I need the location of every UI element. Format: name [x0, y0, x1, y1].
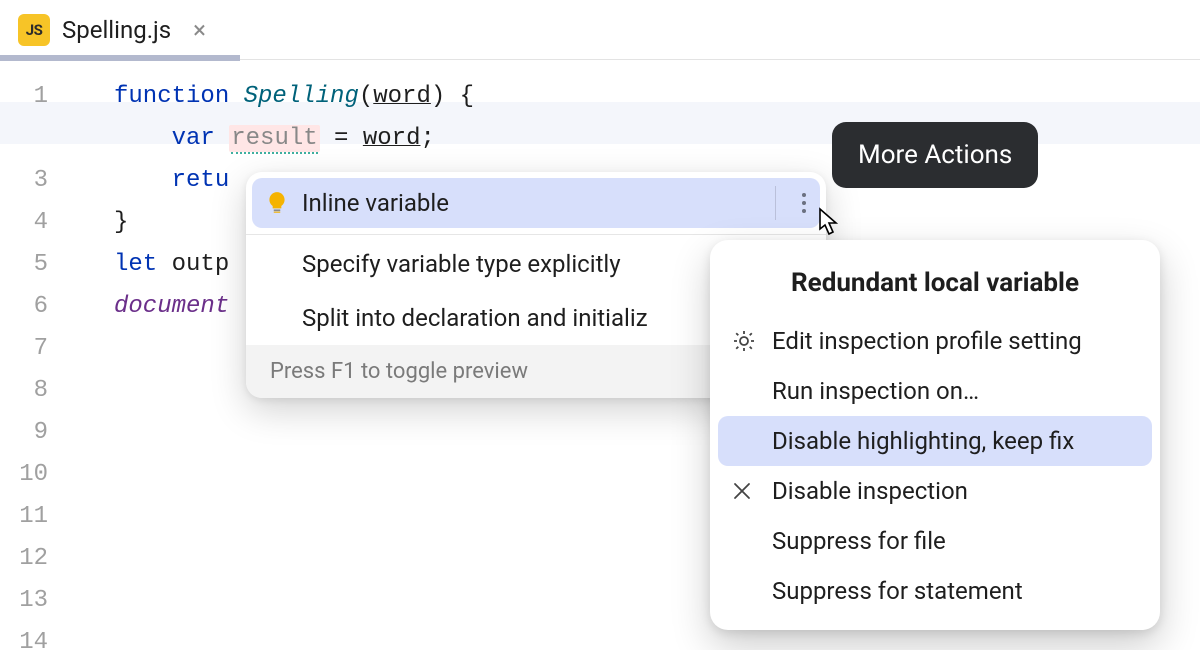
line-number: 14	[0, 622, 70, 650]
code-line[interactable]: function Spelling(word) {	[70, 76, 1200, 118]
inspection-submenu: Redundant local variable Edit inspection…	[710, 240, 1160, 630]
separator	[246, 234, 826, 235]
submenu-label: Edit inspection profile setting	[772, 327, 1082, 355]
line-number: 7	[0, 328, 70, 370]
submenu-item-suppress-statement[interactable]: Suppress for statement	[710, 566, 1160, 616]
x-icon	[732, 481, 752, 501]
submenu-label: Disable highlighting, keep fix	[772, 427, 1074, 455]
submenu-label: Suppress for file	[772, 527, 946, 555]
intention-label: Split into declaration and initializ	[302, 304, 648, 332]
intention-label: Inline variable	[302, 189, 449, 217]
intention-item-inline-variable[interactable]: Inline variable	[252, 178, 820, 228]
file-tab[interactable]: JS Spelling.js ×	[0, 0, 224, 60]
line-gutter: 1 2 3 4 5 6 7 8 9 10 11 12 13 14	[0, 60, 70, 650]
line-number: 6	[0, 286, 70, 328]
submenu-item-disable-inspection[interactable]: Disable inspection	[710, 466, 1160, 516]
submenu-item-disable-highlighting[interactable]: Disable highlighting, keep fix	[718, 416, 1152, 466]
line-number: 9	[0, 412, 70, 454]
tab-bar: JS Spelling.js ×	[0, 0, 1200, 60]
lightbulb-icon	[264, 190, 290, 216]
gear-icon	[732, 329, 756, 353]
line-number: 3	[0, 160, 70, 202]
submenu-item-suppress-file[interactable]: Suppress for file	[710, 516, 1160, 566]
submenu-label: Suppress for statement	[772, 577, 1023, 605]
line-number: 11	[0, 496, 70, 538]
line-number: 5	[0, 244, 70, 286]
line-number: 4	[0, 202, 70, 244]
line-number: 10	[0, 454, 70, 496]
submenu-item-edit-profile[interactable]: Edit inspection profile setting	[710, 316, 1160, 366]
line-number: 13	[0, 580, 70, 622]
more-actions-tooltip: More Actions	[832, 122, 1038, 188]
submenu-label: Run inspection on…	[772, 377, 979, 405]
line-number: 12	[0, 538, 70, 580]
submenu-label: Disable inspection	[772, 477, 968, 505]
line-number: 8	[0, 370, 70, 412]
intention-label: Specify variable type explicitly	[302, 250, 621, 278]
tab-filename: Spelling.js	[62, 16, 171, 44]
more-actions-icon[interactable]	[802, 193, 806, 213]
submenu-item-run-inspection[interactable]: Run inspection on…	[710, 366, 1160, 416]
submenu-title: Redundant local variable	[710, 254, 1160, 316]
close-tab-icon[interactable]: ×	[193, 16, 206, 44]
js-file-icon: JS	[18, 14, 50, 46]
